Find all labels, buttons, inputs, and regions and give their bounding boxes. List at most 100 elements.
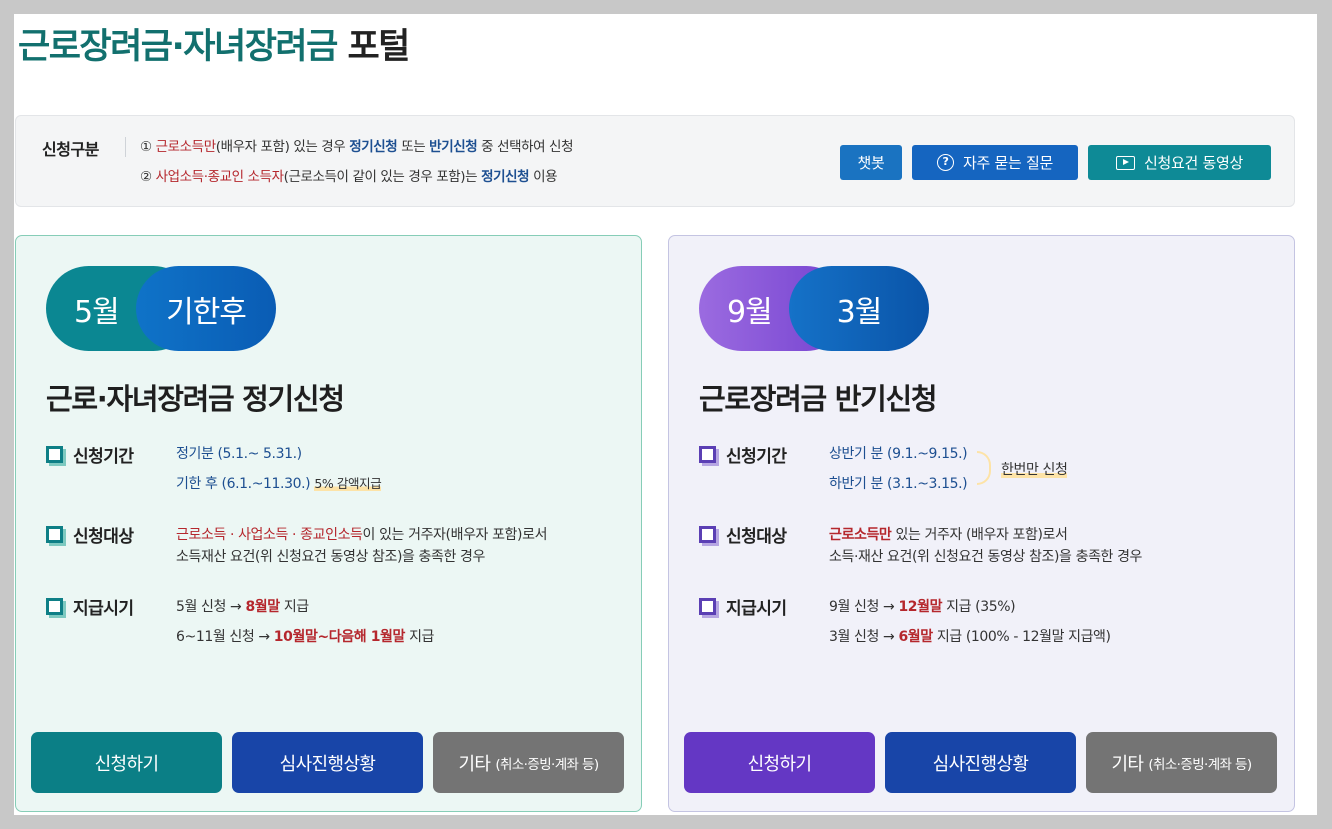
period-row-label: 신청기간 <box>46 442 134 467</box>
period-label: 신청기간 <box>73 447 134 467</box>
card-title: 근로장려금 반기신청 <box>699 382 938 416</box>
other-button-sub: (취소·증빙·계좌 등) <box>1148 756 1252 773</box>
chatbot-button-label: 챗봇 <box>857 154 885 172</box>
payment-row-label: 지급시기 <box>46 594 134 619</box>
semiannual-application-card: 9월 3월 근로장려금 반기신청 신청기간 상반기 분 (9.1.~9.15.)… <box>668 235 1295 812</box>
payment-date: 8월말 <box>245 599 280 615</box>
payment-text: 지급 (100% - 12월말 지급액) <box>936 629 1111 645</box>
period-second-half: 하반기 분 (3.1.~3.15.) <box>829 476 968 492</box>
payment-text: 6~11월 신청 → <box>176 629 270 645</box>
target-label: 신청대상 <box>726 527 787 547</box>
other-button[interactable]: 기타 (취소·증빙·계좌 등) <box>1086 732 1277 793</box>
once-only-text: 한번만 신청 <box>1001 462 1068 478</box>
payment-line-2: 3월 신청 → 6월말 지급 (100% - 12월말 지급액) <box>829 626 1111 646</box>
faq-button[interactable]: ? 자주 묻는 질문 <box>912 145 1078 180</box>
once-only-note: 한번만 신청 <box>1001 459 1068 479</box>
notice-label: 신청구분 <box>42 140 99 159</box>
regular-application-card: 5월 기한후 근로·자녀장려금 정기신청 신청기간 정기분 (5.1.~ 5.3… <box>15 235 642 812</box>
notice-line-1: ① 근로소득만(배우자 포함) 있는 경우 정기신청 또는 반기신청 중 선택하… <box>140 135 574 155</box>
review-status-button[interactable]: 심사진행상황 <box>232 732 423 793</box>
payment-date: ~ <box>317 629 329 645</box>
notice-earned-income-only: 근로소득만 <box>155 139 217 155</box>
requirements-video-button[interactable]: 신청요건 동영상 <box>1088 145 1271 180</box>
review-status-button[interactable]: 심사진행상황 <box>885 732 1076 793</box>
target-line-1: 근로소득 · 사업소득 · 종교인소득이 있는 거주자(배우자 포함)로서 <box>176 524 547 544</box>
target-line-2: 소득재산 요건(위 신청요건 동영상 참조)을 충족한 경우 <box>176 549 485 565</box>
apply-button[interactable]: 신청하기 <box>31 732 222 793</box>
notice-text: 이용 <box>533 169 558 185</box>
period-pill: 9월 3월 <box>699 266 929 351</box>
period-first-half: 상반기 분 (9.1.~9.15.) <box>829 446 968 462</box>
notice-business-income: 사업소득·종교인 소득자 <box>155 169 284 185</box>
target-text: 이 있는 거주자(배우자 포함)로서 <box>362 527 548 543</box>
page-title-main: 근로장려금·자녀장려금 <box>18 27 338 67</box>
page-title: 근로장려금·자녀장려금 포털 <box>18 18 410 69</box>
payment-text: 3월 신청 → <box>829 629 895 645</box>
target-row-label: 신청대상 <box>699 522 787 547</box>
payment-line-1: 9월 신청 → 12월말 지급 (35%) <box>829 596 1016 616</box>
bracket-decoration <box>977 451 991 485</box>
checkbox-square-icon <box>699 446 716 463</box>
question-circle-icon: ? <box>937 154 955 171</box>
checkbox-square-icon <box>699 526 716 543</box>
checkbox-square-icon <box>46 598 63 615</box>
period-after-deadline-text: 기한 후 (6.1.~11.30.) <box>176 476 311 492</box>
page-title-suffix: 포털 <box>347 27 410 67</box>
other-button-sub: (취소·증빙·계좌 등) <box>495 756 599 773</box>
target-row-label: 신청대상 <box>46 522 134 547</box>
notice-regular-application: 정기신청 <box>349 139 398 155</box>
pill-month-march: 3월 <box>789 266 929 351</box>
target-income-types: 근로소득 · 사업소득 · 종교인소득 <box>176 527 363 543</box>
play-video-icon <box>1116 155 1135 170</box>
chatbot-button[interactable]: 챗봇 <box>840 145 902 180</box>
target-text: 있는 거주자 (배우자 포함)로서 <box>895 527 1068 543</box>
card-title: 근로·자녀장려금 정기신청 <box>46 382 345 416</box>
period-label: 신청기간 <box>726 447 787 467</box>
payment-date: 6월말 <box>898 629 933 645</box>
period-pill: 5월 기한후 <box>46 266 276 351</box>
other-button-label: 기타 <box>458 753 491 775</box>
period-row-label: 신청기간 <box>699 442 787 467</box>
notice-text: (배우자 포함) 있는 경우 <box>215 139 346 155</box>
notice-line-2: ② 사업소득·종교인 소득자(근로소득이 같이 있는 경우 포함)는 정기신청 … <box>140 165 558 185</box>
payment-label: 지급시기 <box>73 599 134 619</box>
other-button[interactable]: 기타 (취소·증빙·계좌 등) <box>433 732 624 793</box>
payment-text: 지급 <box>283 599 309 615</box>
period-after-deadline: 기한 후 (6.1.~11.30.) 5% 감액지급 <box>176 473 382 493</box>
page: 근로장려금·자녀장려금 포털 신청구분 ① 근로소득만(배우자 포함) 있는 경… <box>14 14 1317 815</box>
notice-num-1: ① <box>140 139 152 155</box>
target-line-2: 소득·재산 요건(위 신청요건 동영상 참조)을 충족한 경우 <box>829 549 1143 565</box>
requirements-video-label: 신청요건 동영상 <box>1144 154 1243 172</box>
notice-semiannual-application: 반기신청 <box>429 139 478 155</box>
notice-text: 또는 <box>401 139 426 155</box>
reduced-payment-note: 5% 감액지급 <box>314 476 382 491</box>
apply-button[interactable]: 신청하기 <box>684 732 875 793</box>
payment-text: 지급 <box>409 629 435 645</box>
payment-label: 지급시기 <box>726 599 787 619</box>
checkbox-square-icon <box>46 446 63 463</box>
review-status-label: 심사진행상황 <box>279 753 376 775</box>
other-button-label: 기타 <box>1111 753 1144 775</box>
payment-date: 10월말 <box>273 629 318 645</box>
checkbox-square-icon <box>699 598 716 615</box>
pill-after-deadline: 기한후 <box>136 266 276 351</box>
apply-button-label: 신청하기 <box>747 753 812 775</box>
payment-line-2: 6~11월 신청 → 10월말~다음해 1월말 지급 <box>176 626 434 646</box>
notice-num-2: ② <box>140 169 152 185</box>
payment-line-1: 5월 신청 → 8월말 지급 <box>176 596 309 616</box>
notice-text: 중 선택하여 신청 <box>481 139 574 155</box>
target-income-types: 근로소득만 <box>829 527 892 543</box>
checkbox-square-icon <box>46 526 63 543</box>
notice-regular-application: 정기신청 <box>481 169 530 185</box>
faq-button-label: 자주 묻는 질문 <box>963 154 1053 172</box>
target-label: 신청대상 <box>73 527 134 547</box>
apply-button-label: 신청하기 <box>94 753 159 775</box>
notice-divider <box>125 137 126 157</box>
target-line-1: 근로소득만 있는 거주자 (배우자 포함)로서 <box>829 524 1068 544</box>
review-status-label: 심사진행상황 <box>932 753 1029 775</box>
period-regular: 정기분 (5.1.~ 5.31.) <box>176 446 302 462</box>
payment-date: 12월말 <box>898 599 943 615</box>
payment-row-label: 지급시기 <box>699 594 787 619</box>
payment-text: 지급 (35%) <box>946 599 1016 615</box>
payment-date: 다음해 1월말 <box>328 629 406 645</box>
